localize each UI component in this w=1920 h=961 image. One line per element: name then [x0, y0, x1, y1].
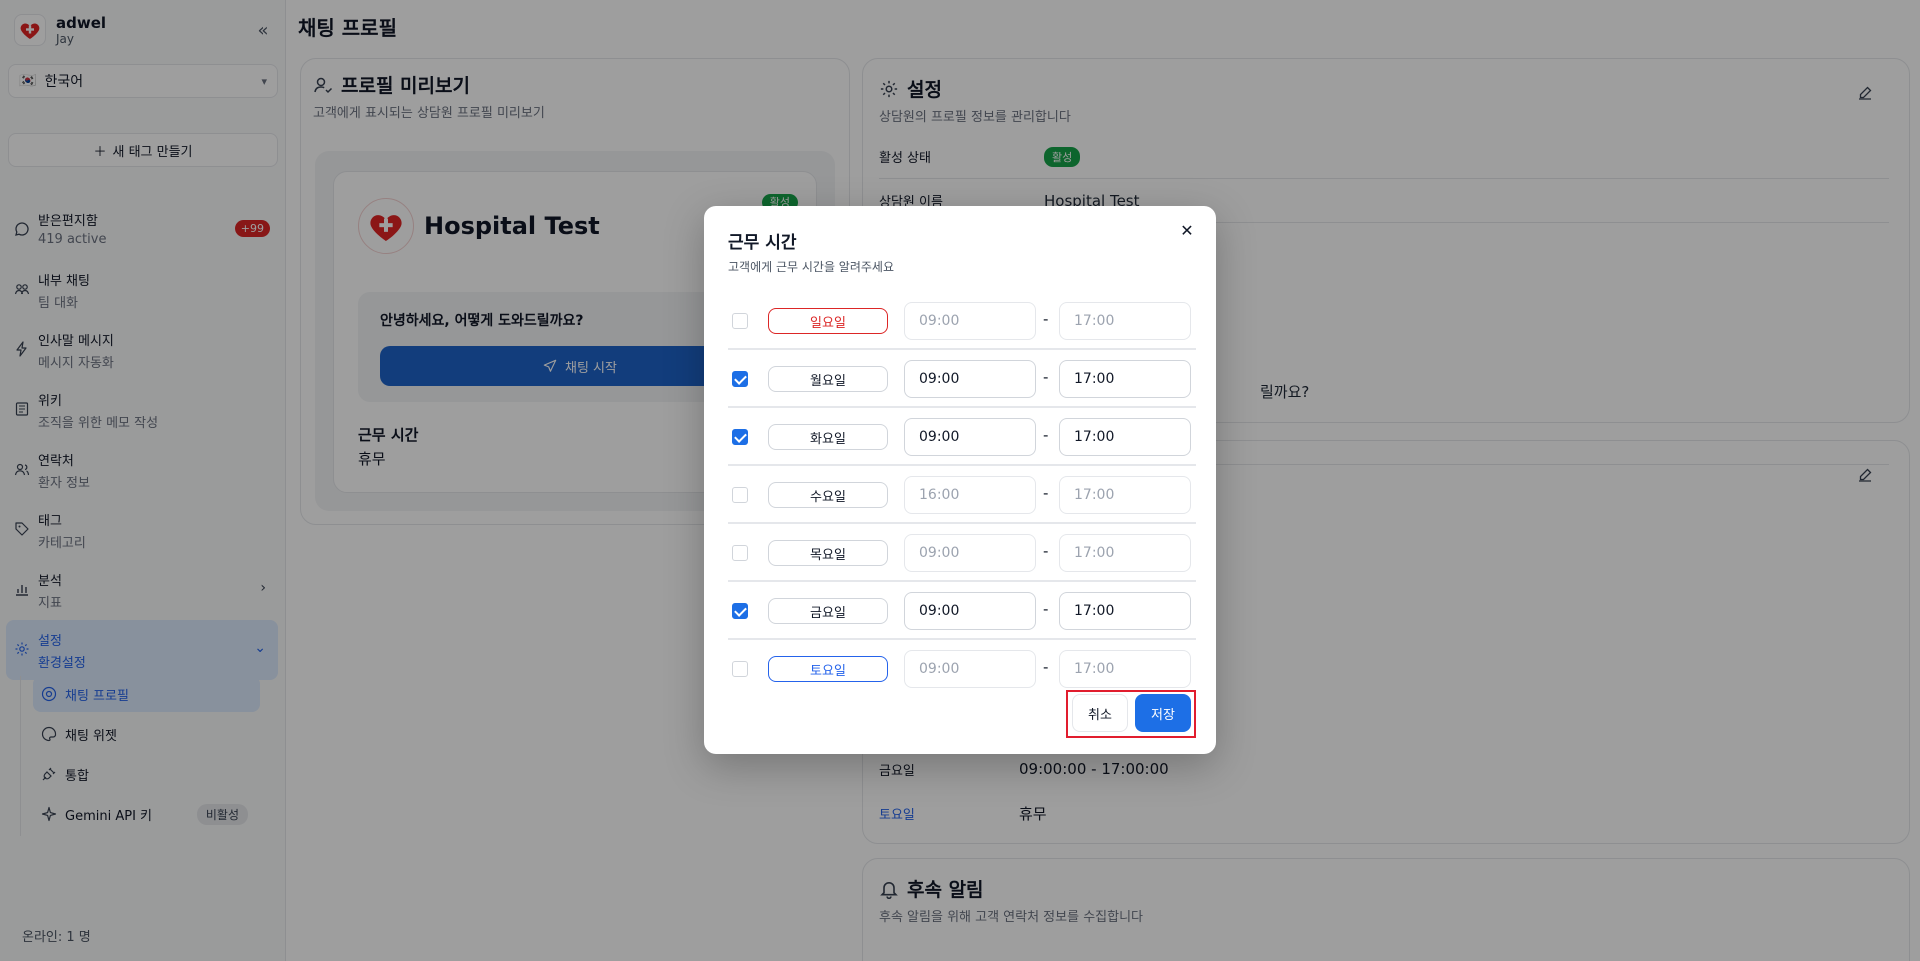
end-time-input[interactable]: 17:00 [1059, 360, 1191, 398]
day-checkbox[interactable] [732, 371, 748, 387]
end-time-input[interactable]: 17:00 [1059, 476, 1191, 514]
day-row: 금요일 09:00-17:00 [728, 582, 1196, 640]
day-label: 목요일 [768, 540, 888, 566]
day-label: 금요일 [768, 598, 888, 624]
start-time-input[interactable]: 09:00 [904, 650, 1036, 688]
day-label: 월요일 [768, 366, 888, 392]
end-time-input[interactable]: 17:00 [1059, 534, 1191, 572]
modal-subtitle: 고객에게 근무 시간을 알려주세요 [728, 260, 895, 274]
time-separator: - [1043, 310, 1049, 328]
save-button[interactable]: 저장 [1135, 694, 1191, 732]
day-row: 수요일 16:00-17:00 [728, 466, 1196, 524]
start-time-input[interactable]: 09:00 [904, 302, 1036, 340]
day-row: 화요일 09:00-17:00 [728, 408, 1196, 466]
cancel-button[interactable]: 취소 [1072, 694, 1128, 732]
start-time-input[interactable]: 16:00 [904, 476, 1036, 514]
day-checkbox[interactable] [732, 313, 748, 329]
end-time-input[interactable]: 17:00 [1059, 650, 1191, 688]
day-label: 일요일 [768, 308, 888, 334]
day-row: 월요일 09:00-17:00 [728, 350, 1196, 408]
day-checkbox[interactable] [732, 661, 748, 677]
day-row: 일요일 09:00-17:00 [728, 292, 1196, 350]
start-time-input[interactable]: 09:00 [904, 418, 1036, 456]
end-time-input[interactable]: 17:00 [1059, 302, 1191, 340]
time-separator: - [1043, 542, 1049, 560]
day-checkbox[interactable] [732, 429, 748, 445]
time-separator: - [1043, 600, 1049, 618]
day-row: 목요일 09:00-17:00 [728, 524, 1196, 582]
day-checkbox[interactable] [732, 487, 748, 503]
start-time-input[interactable]: 09:00 [904, 534, 1036, 572]
start-time-input[interactable]: 09:00 [904, 592, 1036, 630]
end-time-input[interactable]: 17:00 [1059, 418, 1191, 456]
day-checkbox[interactable] [732, 603, 748, 619]
working-hours-modal: 근무 시간 고객에게 근무 시간을 알려주세요 ✕ 일요일 09:00-17:00… [704, 206, 1216, 754]
day-label: 토요일 [768, 656, 888, 682]
end-time-input[interactable]: 17:00 [1059, 592, 1191, 630]
time-separator: - [1043, 426, 1049, 444]
time-separator: - [1043, 368, 1049, 386]
day-label: 수요일 [768, 482, 888, 508]
time-separator: - [1043, 658, 1049, 676]
close-icon[interactable]: ✕ [1176, 220, 1198, 242]
day-checkbox[interactable] [732, 545, 748, 561]
day-label: 화요일 [768, 424, 888, 450]
start-time-input[interactable]: 09:00 [904, 360, 1036, 398]
modal-title: 근무 시간 [728, 233, 797, 253]
time-separator: - [1043, 484, 1049, 502]
